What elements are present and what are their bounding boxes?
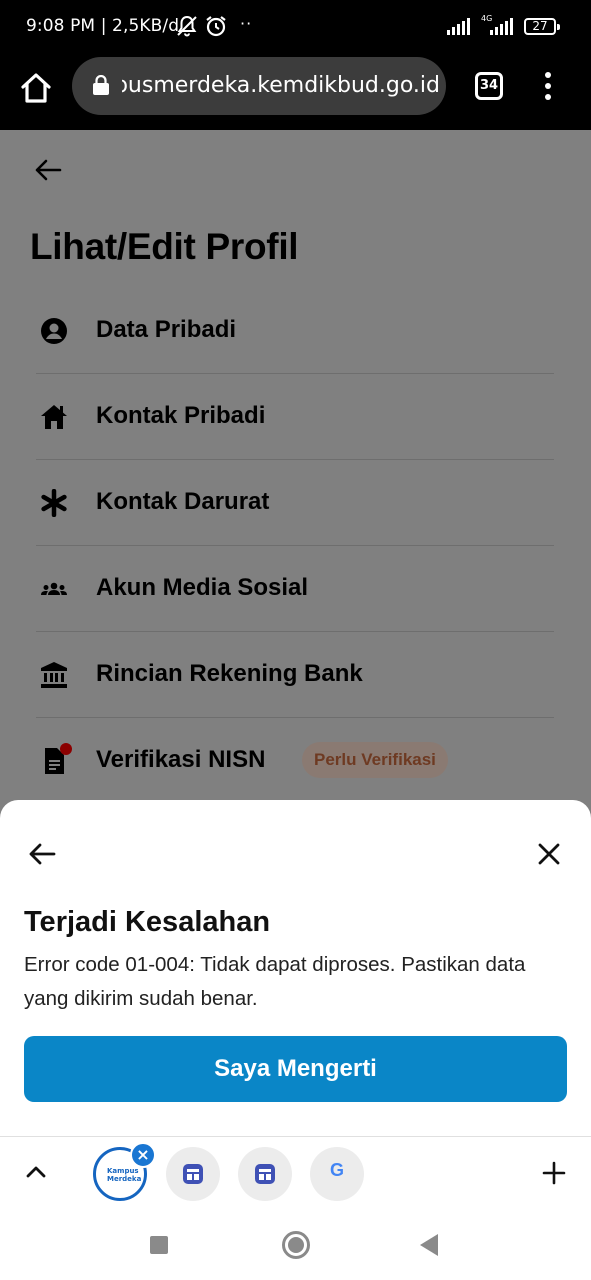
menu-item-verifikasi-nisn[interactable]: Verifikasi NISN Perlu Verifikasi bbox=[36, 718, 554, 804]
address-bar[interactable]: kampusmerdeka.kemdikbud.go.id bbox=[72, 57, 446, 115]
menu-item-kontak-darurat[interactable]: Kontak Darurat bbox=[36, 460, 554, 546]
menu-item-label: Rincian Rekening Bank bbox=[96, 660, 363, 687]
storefront-icon bbox=[255, 1164, 275, 1184]
tab-switcher-button[interactable]: 34 bbox=[475, 72, 503, 100]
tab-item[interactable] bbox=[166, 1147, 220, 1201]
signal-strength-icon bbox=[490, 17, 513, 35]
close-tab-icon[interactable]: × bbox=[130, 1142, 156, 1168]
profile-page: Lihat/Edit Profil Data Pribadi Kontak Pr… bbox=[0, 130, 591, 800]
status-bar: 9:08 PM | 2,5KB/d ·· 4G 27 bbox=[0, 0, 591, 56]
menu-item-label: Verifikasi NISN bbox=[96, 746, 266, 773]
more-notifications-indicator: ·· bbox=[240, 14, 253, 33]
profile-menu-list: Data Pribadi Kontak Pribadi Kontak Darur… bbox=[36, 288, 554, 804]
signal-strength-icon bbox=[447, 17, 470, 35]
asterisk-icon bbox=[41, 489, 67, 517]
house-icon bbox=[41, 405, 67, 429]
chevron-up-icon[interactable] bbox=[24, 1163, 48, 1179]
account-circle-icon bbox=[41, 318, 67, 344]
page-title: Lihat/Edit Profil bbox=[30, 226, 299, 267]
home-icon[interactable] bbox=[18, 70, 54, 106]
storefront-icon bbox=[183, 1164, 203, 1184]
dialog-message: Error code 01-004: Tidak dapat diproses.… bbox=[24, 953, 526, 1010]
notification-dot bbox=[60, 743, 72, 755]
browser-toolbar: kampusmerdeka.kemdikbud.go.id 34 bbox=[0, 56, 591, 130]
people-icon bbox=[41, 582, 67, 595]
error-dialog: Terjadi Kesalahan Error code 01-004: Tid… bbox=[0, 800, 591, 1136]
more-options-icon[interactable] bbox=[540, 70, 556, 102]
alarm-icon bbox=[206, 16, 226, 37]
tab-strip: Kampus Merdeka × G bbox=[0, 1136, 591, 1210]
google-icon: G bbox=[329, 1160, 344, 1180]
tab-kampus-merdeka[interactable]: Kampus Merdeka × bbox=[93, 1142, 156, 1201]
menu-item-rincian-rekening-bank[interactable]: Rincian Rekening Bank bbox=[36, 632, 554, 718]
menu-item-akun-media-sosial[interactable]: Akun Media Sosial bbox=[36, 546, 554, 632]
battery-level: 27 bbox=[532, 19, 548, 33]
status-badge: Perlu Verifikasi bbox=[302, 742, 448, 778]
bell-off-icon bbox=[177, 15, 197, 37]
battery-icon: 27 bbox=[524, 18, 560, 35]
tab-item[interactable] bbox=[238, 1147, 292, 1201]
close-icon[interactable] bbox=[537, 842, 561, 866]
bank-icon bbox=[41, 662, 67, 688]
dialog-title: Terjadi Kesalahan bbox=[24, 906, 271, 938]
system-navigation-bar bbox=[0, 1210, 591, 1280]
back-arrow-icon[interactable] bbox=[28, 842, 56, 866]
menu-item-label: Kontak Darurat bbox=[96, 488, 270, 515]
kampus-merdeka-logo: Kampus Merdeka bbox=[107, 1167, 142, 1183]
back-button[interactable] bbox=[420, 1234, 438, 1256]
menu-item-kontak-pribadi[interactable]: Kontak Pribadi bbox=[36, 374, 554, 460]
lock-icon bbox=[93, 75, 109, 95]
recent-apps-button[interactable] bbox=[150, 1236, 168, 1254]
tab-google[interactable]: G bbox=[310, 1147, 364, 1201]
acknowledge-button[interactable]: Saya Mengerti bbox=[24, 1036, 567, 1102]
menu-item-label: Kontak Pribadi bbox=[96, 402, 266, 429]
menu-item-data-pribadi[interactable]: Data Pribadi bbox=[36, 288, 554, 374]
back-arrow-icon[interactable] bbox=[34, 158, 62, 182]
status-time: 9:08 PM | 2,5KB/d bbox=[26, 16, 180, 36]
menu-item-label: Data Pribadi bbox=[96, 316, 237, 343]
menu-item-label: Akun Media Sosial bbox=[96, 574, 309, 601]
url-text: kampusmerdeka.kemdikbud.go.id bbox=[122, 73, 440, 98]
new-tab-icon[interactable] bbox=[542, 1161, 566, 1185]
home-button[interactable] bbox=[282, 1231, 310, 1259]
